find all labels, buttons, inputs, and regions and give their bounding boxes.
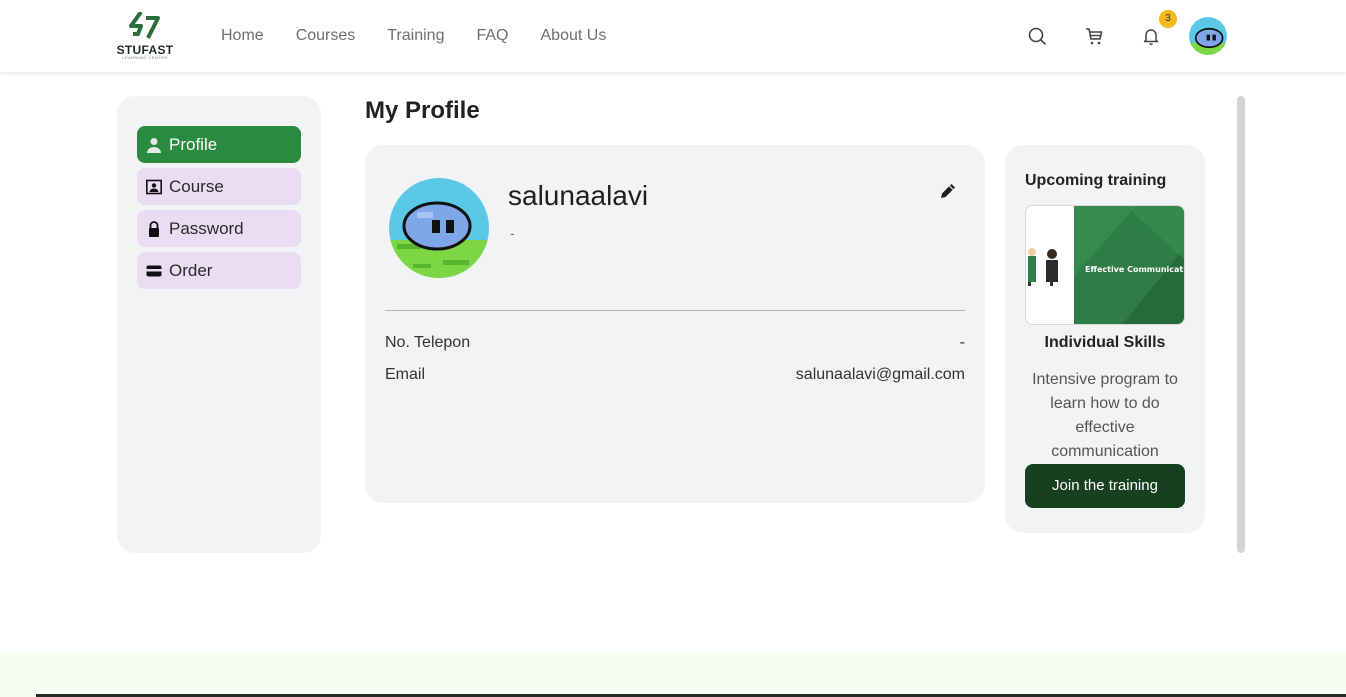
sidebar-item-label: Order xyxy=(169,260,213,280)
nav-training[interactable]: Training xyxy=(387,26,444,46)
blob-avatar-icon xyxy=(1189,17,1227,55)
profile-card: salunaalavi - No. Telepon - Email saluna… xyxy=(365,145,985,503)
training-image-text: Effective Communication xyxy=(1085,265,1185,274)
profile-subline: - xyxy=(510,225,515,241)
phone-value: - xyxy=(959,334,965,351)
profile-username: salunaalavi xyxy=(508,180,649,211)
training-heading: Upcoming training xyxy=(1025,172,1167,189)
profile-avatar xyxy=(389,178,489,278)
join-training-button[interactable]: Join the training xyxy=(1025,464,1185,508)
footer-band xyxy=(0,652,1346,697)
top-header: STUFAST LEARNING CENTER Home Courses Tra… xyxy=(0,0,1346,72)
email-row: Email salunaalavi@gmail.com xyxy=(385,366,965,384)
nav-home[interactable]: Home xyxy=(221,26,264,46)
page-title: My Profile xyxy=(365,97,480,124)
sidebar-item-course[interactable]: Course xyxy=(137,168,301,205)
nav-faq[interactable]: FAQ xyxy=(476,26,508,46)
upcoming-training-card: Upcoming training Effective Communicatio… xyxy=(1005,145,1205,533)
sidebar-item-label: Course xyxy=(169,176,224,196)
bell-icon[interactable] xyxy=(1141,26,1161,46)
user-icon xyxy=(147,137,161,153)
training-illustration: Effective Communication xyxy=(1026,206,1185,324)
search-icon[interactable] xyxy=(1027,26,1047,46)
edit-pencil-icon[interactable] xyxy=(938,181,958,201)
nav-about-us[interactable]: About Us xyxy=(541,26,607,46)
blob-avatar-icon xyxy=(389,178,489,278)
lock-icon xyxy=(149,220,159,237)
profile-sidebar: Profile Course Password Order xyxy=(117,96,321,553)
training-description: Intensive program to learn how to do eff… xyxy=(1032,371,1178,460)
cart-icon[interactable] xyxy=(1084,26,1104,46)
sidebar-item-label: Password xyxy=(169,218,244,238)
logo-icon xyxy=(129,12,160,39)
training-thumbnail[interactable]: Effective Communication xyxy=(1025,205,1185,325)
profile-divider xyxy=(385,310,965,311)
nav-courses[interactable]: Courses xyxy=(296,26,356,46)
card-icon xyxy=(146,265,162,276)
brand-logo[interactable]: STUFAST LEARNING CENTER xyxy=(116,12,176,60)
email-label: Email xyxy=(385,366,426,383)
main-nav: Home Courses Training FAQ About Us xyxy=(221,26,638,46)
sidebar-item-label: Profile xyxy=(169,134,218,154)
training-title: Individual Skills xyxy=(1044,334,1166,351)
sidebar-item-profile[interactable]: Profile xyxy=(137,126,301,163)
course-icon xyxy=(146,179,162,194)
email-value: salunaalavi@gmail.com xyxy=(795,366,965,383)
sidebar-item-password[interactable]: Password xyxy=(137,210,301,247)
phone-label: No. Telepon xyxy=(385,334,471,351)
vertical-scrollbar[interactable] xyxy=(1237,96,1245,553)
user-avatar[interactable] xyxy=(1187,15,1229,57)
notification-badge: 3 xyxy=(1159,10,1177,28)
phone-row: No. Telepon - xyxy=(385,334,965,352)
brand-tagline: LEARNING CENTER xyxy=(122,55,168,60)
sidebar-item-order[interactable]: Order xyxy=(137,252,301,289)
